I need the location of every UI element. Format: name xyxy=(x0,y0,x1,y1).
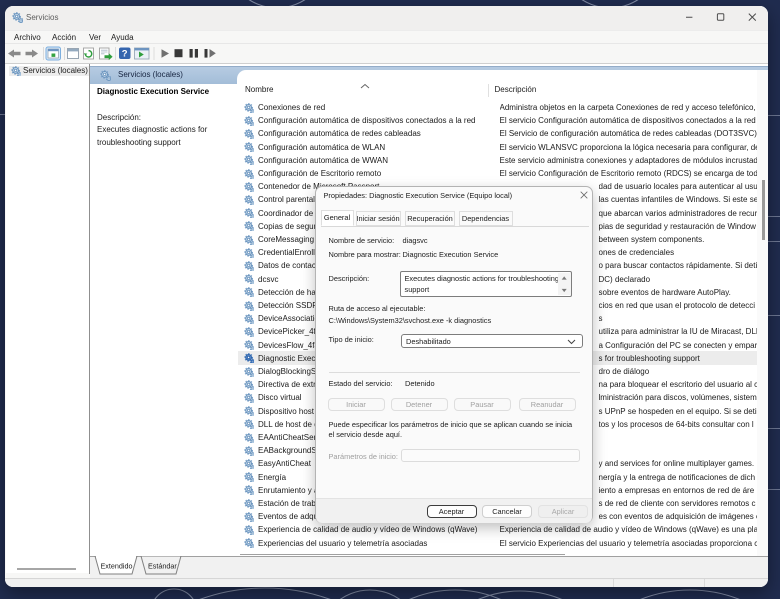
svg-text:Estándar: Estándar xyxy=(148,562,177,571)
svg-text:Extendido: Extendido xyxy=(101,562,133,571)
svg-text:?: ? xyxy=(122,49,128,60)
